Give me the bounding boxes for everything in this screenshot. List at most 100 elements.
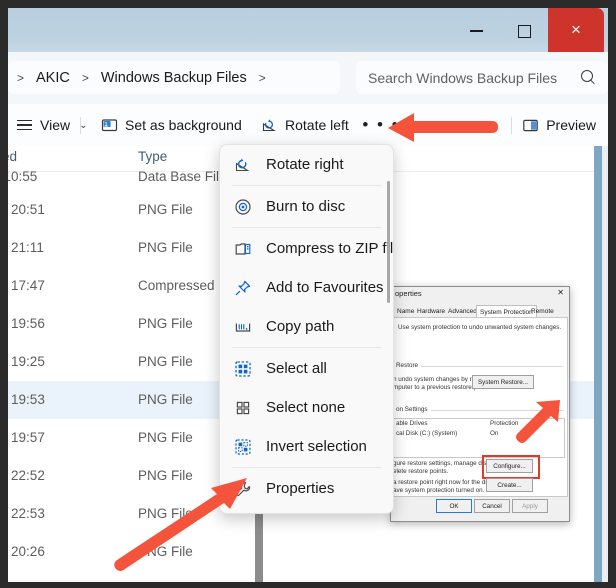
menu-item-select-all[interactable]: Select all (220, 349, 393, 388)
rotate-left-icon (261, 117, 278, 134)
create-description-line1: a restore point right now for the drives (393, 479, 499, 486)
search-input[interactable]: Search Windows Backup Files (356, 61, 608, 94)
close-button[interactable]: × (548, 8, 604, 52)
menu-item-burn-to-disc[interactable]: Burn to disc (220, 187, 393, 226)
burn-to-disc-icon (234, 198, 252, 216)
toolbar-divider (80, 117, 81, 134)
tab-hardware[interactable]: Hardware (414, 306, 448, 317)
cell-modified: 4/2020 19:53 (8, 392, 45, 407)
menu-item-label: Copy path (266, 318, 335, 335)
create-button[interactable]: Create... (486, 478, 533, 492)
screenshot-border-right (608, 0, 616, 588)
dialog-intro-text: Use system protection to undo unwanted s… (398, 324, 562, 331)
set-as-background-label: Set as background (125, 117, 242, 133)
search-icon (581, 70, 596, 85)
breadcrumb-chevron-icon[interactable]: > (77, 71, 94, 85)
column-header-modified[interactable]: modified (8, 149, 17, 164)
cell-type: PNG File (138, 240, 193, 255)
menu-item-invert-selection[interactable]: Invert selection (220, 427, 393, 466)
menu-item-properties[interactable]: Properties (220, 469, 393, 508)
select-all-icon (234, 360, 252, 378)
menu-item-label: Properties (266, 480, 335, 497)
context-menu: Rotate right Burn to disc Compress to ZIP … (219, 144, 394, 514)
screenshot-border-left (0, 0, 8, 588)
maximize-button[interactable] (502, 16, 546, 46)
cell-modified: 4/2020 19:56 (8, 316, 45, 331)
preview-pane-icon (522, 117, 539, 134)
rotate-right-icon (234, 156, 252, 174)
cell-modified: 4/2020 22:53 (8, 506, 45, 521)
cell-modified: 4/2020 19:57 (8, 430, 45, 445)
set-as-background-button[interactable]: Set as background (93, 111, 250, 139)
cell-type: PNG File (138, 202, 193, 217)
menu-item-label: Rotate right (266, 156, 344, 173)
select-none-icon (234, 399, 252, 417)
configure-highlight-box (482, 455, 540, 479)
screenshot-root: × > AKIC > Windows Backup Files > Search… (0, 0, 616, 588)
ok-button[interactable]: OK (436, 499, 472, 513)
menu-item-copy-path[interactable]: Copy path (220, 307, 393, 346)
menu-item-compress-to-zip-file[interactable]: Compress to ZIP file (220, 229, 393, 268)
address-bar: > AKIC > Windows Backup Files > Search W… (8, 52, 608, 104)
menu-item-options[interactable]: Options (220, 508, 393, 513)
compress-zip-icon (234, 240, 252, 258)
breadcrumb-item-windows-backup-files[interactable]: Windows Backup Files (94, 67, 254, 89)
restore-group-label: Restore (396, 362, 422, 369)
tab-remote[interactable]: Remote (528, 306, 557, 317)
table-row-protection: On (490, 430, 499, 437)
configure-description-line2: elete restore points. (393, 468, 449, 475)
breadcrumb-item-akic[interactable]: AKIC (29, 67, 77, 89)
dialog-close-icon[interactable]: ✕ (557, 288, 564, 297)
preview-button[interactable]: Preview (514, 111, 604, 139)
settings-group-label: on Settings (396, 406, 431, 413)
file-list-scrollbar[interactable] (255, 511, 263, 582)
rotate-left-button[interactable]: Rotate left (253, 111, 357, 139)
menu-item-label: Burn to disc (266, 198, 346, 215)
apply-button[interactable]: Apply (512, 499, 548, 513)
table-row[interactable]: 4/2020 20:26 PNG File (8, 533, 608, 571)
menu-item-rotate-right[interactable]: Rotate right (220, 145, 393, 184)
menu-item-select-none[interactable]: Select none (220, 388, 393, 427)
screenshot-border-bottom (0, 582, 616, 588)
table-header-protection: Protection (490, 420, 519, 427)
drives-table[interactable]: able Drives Protection cal Disk (C:) (Sy… (393, 418, 565, 458)
context-menu-items: Rotate right Burn to disc Compress to ZIP … (220, 145, 393, 513)
system-properties-dialog: operties ✕ Name Hardware Advanced System… (390, 286, 570, 522)
cancel-button[interactable]: Cancel (474, 499, 510, 513)
preview-label: Preview (546, 117, 596, 133)
see-more-button[interactable]: • • • (356, 111, 406, 139)
menu-separator (232, 227, 381, 228)
screenshot-border-top (0, 0, 616, 8)
wrench-icon (234, 480, 252, 498)
breadcrumb[interactable]: > AKIC > Windows Backup Files > (8, 61, 340, 94)
dialog-footer: OK Cancel Apply (392, 499, 568, 517)
system-restore-button[interactable]: System Restore... (472, 375, 534, 389)
breadcrumb-chevron-icon[interactable]: > (12, 71, 29, 85)
hamburger-icon (16, 117, 33, 134)
menu-item-add-to-favourites[interactable]: Add to Favourites (220, 268, 393, 307)
cell-type: PNG File (138, 316, 193, 331)
search-placeholder: Search Windows Backup Files (368, 69, 558, 86)
tab-advanced[interactable]: Advanced (445, 306, 480, 317)
cell-type: PNG File (138, 468, 193, 483)
table-row[interactable]: 4/2020 20:47PNG File (8, 571, 608, 582)
menu-separator (232, 467, 381, 468)
view-label: View (40, 117, 71, 133)
cell-modified: 4/2020 20:51 (8, 202, 45, 217)
copy-path-icon (234, 318, 252, 336)
column-header-type[interactable]: Type (138, 149, 167, 164)
cell-type: PNG File (138, 430, 193, 445)
context-menu-scrollbar[interactable] (387, 181, 390, 303)
cell-modified: 4/2020 17:47 (8, 278, 45, 293)
menu-item-label: Add to Favourites (266, 279, 384, 296)
menu-item-label: Compress to ZIP file (266, 240, 394, 257)
wallpaper-icon (101, 117, 118, 134)
rotate-left-label: Rotate left (285, 117, 349, 133)
create-description-line2: ave system protection turned on. (393, 487, 485, 494)
view-button[interactable]: View ⌄ (8, 111, 95, 139)
menu-separator (232, 347, 381, 348)
cell-modified: 4/2020 22:52 (8, 468, 45, 483)
breadcrumb-chevron-icon[interactable]: > (254, 71, 271, 85)
table-header-drives: able Drives (396, 420, 428, 427)
minimize-button[interactable] (454, 16, 498, 46)
